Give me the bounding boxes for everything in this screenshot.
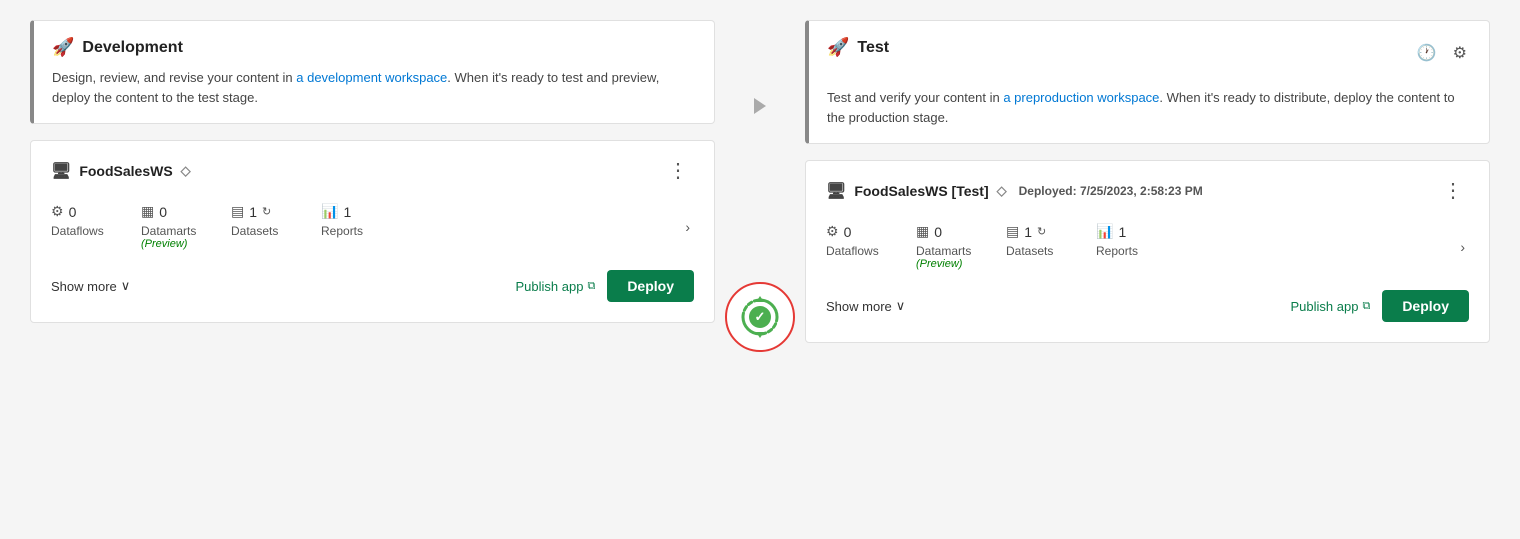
test-header-top: 🚀 Test 🕐 ⚙ — [827, 37, 1471, 68]
test-workspace-header: 🖥 FoodSalesWS [Test] ◇ Deployed: 7/25/20… — [826, 179, 1469, 203]
development-reports-label: Reports — [321, 224, 363, 238]
pipeline-layout: 🚀 Development Design, review, and revise… — [30, 20, 1490, 352]
test-settings-button[interactable]: ⚙ — [1449, 41, 1471, 65]
test-more-button[interactable]: ⋮ — [1437, 179, 1469, 203]
development-deploy-button[interactable]: Deploy — [607, 270, 694, 302]
reports-icon: 📊 — [321, 203, 338, 220]
stage-arrow — [754, 98, 766, 114]
development-reports-count: 1 — [343, 204, 351, 220]
test-workspace-footer: Show more ∨ Publish app ⧉ Deploy — [826, 290, 1469, 322]
development-header-card: 🚀 Development Design, review, and revise… — [30, 20, 715, 124]
development-stage-column: 🚀 Development Design, review, and revise… — [30, 20, 715, 323]
development-show-more-chevron: ∨ — [121, 278, 131, 294]
development-datamarts-sublabel: (Preview) — [141, 238, 187, 250]
datasets-refresh-icon: ↻ — [262, 205, 271, 218]
test-datamarts-cell: ▦ 0 Datamarts (Preview) — [916, 223, 1006, 270]
development-more-button[interactable]: ⋮ — [662, 159, 694, 183]
test-publish-icon: ⧉ — [1362, 300, 1370, 313]
development-title-text: Development — [82, 39, 182, 57]
test-reports-cell: 📊 1 Reports — [1096, 223, 1186, 258]
development-stage-icon: 🚀 — [52, 37, 74, 58]
test-header-actions: 🕐 ⚙ — [1413, 41, 1471, 65]
test-dataflows-cell: ⚙ 0 Dataflows — [826, 223, 916, 258]
test-show-more-button[interactable]: Show more ∨ — [826, 298, 905, 314]
test-stage-icon: 🚀 — [827, 37, 849, 58]
development-publish-icon: ⧉ — [587, 280, 595, 293]
development-show-more-text: Show more — [51, 279, 117, 294]
development-items-row: ⚙ 0 Dataflows ▦ 0 Datamarts (Preview) ▤ — [51, 203, 694, 250]
development-workspace-header: 🖥 FoodSalesWS ◇ ⋮ — [51, 159, 694, 183]
test-dataflows-count: 0 — [844, 224, 852, 240]
development-description: Design, review, and revise your content … — [52, 68, 696, 107]
test-stage-title: 🚀 Test — [827, 37, 889, 58]
dataflows-icon: ⚙ — [51, 203, 64, 220]
test-history-button[interactable]: 🕐 — [1413, 41, 1441, 65]
test-workspace-card: 🖥 FoodSalesWS [Test] ◇ Deployed: 7/25/20… — [805, 160, 1490, 343]
test-description: Test and verify your content in a prepro… — [827, 88, 1471, 127]
development-dataflows-count: 0 — [69, 204, 77, 220]
development-datamarts-label: Datamarts — [141, 224, 196, 238]
deploy-progress-indicator: ✓ — [725, 282, 795, 352]
test-publish-app-button[interactable]: Publish app ⧉ — [1291, 299, 1371, 314]
test-datasets-refresh-icon: ↻ — [1037, 225, 1046, 238]
test-datasets-label: Datasets — [1006, 244, 1053, 258]
test-datamarts-sublabel: (Preview) — [916, 258, 962, 270]
test-datasets-cell: ▤ 1 ↻ Datasets — [1006, 223, 1096, 258]
test-dataflows-icon: ⚙ — [826, 223, 839, 240]
development-workspace-name: FoodSalesWS — [79, 163, 172, 179]
test-reports-icon: 📊 — [1096, 223, 1113, 240]
development-datasets-count: 1 — [249, 204, 257, 220]
development-stage-title: 🚀 Development — [52, 37, 696, 58]
test-datamarts-label: Datamarts — [916, 244, 971, 258]
test-datamarts-count: 0 — [934, 224, 942, 240]
development-workspace-footer: Show more ∨ Publish app ⧉ Deploy — [51, 270, 694, 302]
development-items-next-button[interactable]: › — [681, 215, 694, 239]
test-header-card: 🚀 Test 🕐 ⚙ Test and verify your content … — [805, 20, 1490, 144]
test-workspace-icon: 🖥 — [826, 181, 846, 201]
development-datasets-cell: ▤ 1 ↻ Datasets — [231, 203, 321, 238]
development-datasets-label: Datasets — [231, 224, 278, 238]
test-workspace-name: FoodSalesWS [Test] — [854, 183, 988, 199]
deploy-check-icon: ✓ — [749, 306, 771, 328]
test-stage-column: 🚀 Test 🕐 ⚙ Test and verify your content … — [805, 20, 1490, 343]
development-diamond-icon: ◇ — [181, 163, 191, 179]
test-show-more-text: Show more — [826, 299, 892, 314]
test-diamond-icon: ◇ — [997, 183, 1007, 199]
test-deployed-text: Deployed: 7/25/2023, 2:58:23 PM — [1019, 184, 1203, 198]
test-deploy-button[interactable]: Deploy — [1382, 290, 1469, 322]
datamarts-icon: ▦ — [141, 203, 154, 220]
development-workspace-card: 🖥 FoodSalesWS ◇ ⋮ ⚙ 0 Dataflows ▦ — [30, 140, 715, 323]
stage-transition-area: ✓ — [715, 20, 805, 352]
test-items-row: ⚙ 0 Dataflows ▦ 0 Datamarts (Preview) ▤ — [826, 223, 1469, 270]
test-dataflows-label: Dataflows — [826, 244, 879, 258]
development-datamarts-cell: ▦ 0 Datamarts (Preview) — [141, 203, 231, 250]
test-datamarts-icon: ▦ — [916, 223, 929, 240]
test-reports-label: Reports — [1096, 244, 1138, 258]
development-dataflows-label: Dataflows — [51, 224, 104, 238]
datasets-icon: ▤ — [231, 203, 244, 220]
test-publish-app-text: Publish app — [1291, 299, 1359, 314]
development-publish-app-button[interactable]: Publish app ⧉ — [516, 279, 596, 294]
test-title-text: Test — [857, 39, 889, 57]
test-show-more-chevron: ∨ — [896, 298, 906, 314]
development-reports-cell: 📊 1 Reports — [321, 203, 411, 238]
development-publish-app-text: Publish app — [516, 279, 584, 294]
development-dataflows-cell: ⚙ 0 Dataflows — [51, 203, 141, 238]
development-show-more-button[interactable]: Show more ∨ — [51, 278, 130, 294]
test-items-next-button[interactable]: › — [1456, 235, 1469, 259]
development-workspace-title: 🖥 FoodSalesWS ◇ — [51, 161, 191, 181]
test-datasets-count: 1 — [1024, 224, 1032, 240]
development-workspace-icon: 🖥 — [51, 161, 71, 181]
test-workspace-title: 🖥 FoodSalesWS [Test] ◇ Deployed: 7/25/20… — [826, 181, 1203, 201]
test-datasets-icon: ▤ — [1006, 223, 1019, 240]
development-datamarts-count: 0 — [159, 204, 167, 220]
test-reports-count: 1 — [1118, 224, 1126, 240]
